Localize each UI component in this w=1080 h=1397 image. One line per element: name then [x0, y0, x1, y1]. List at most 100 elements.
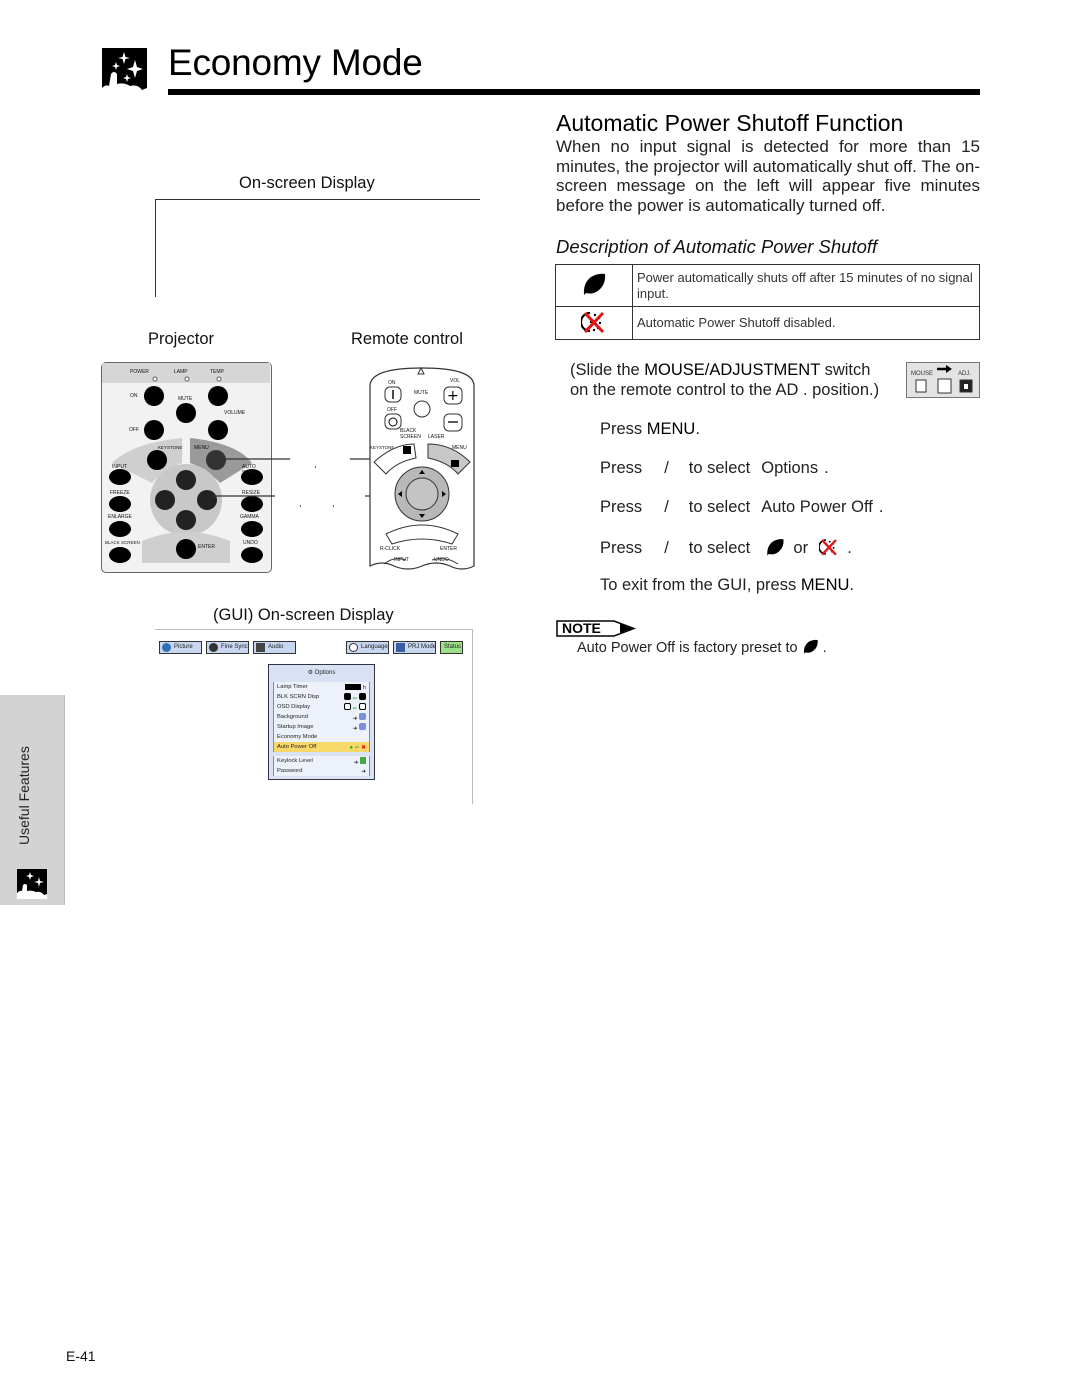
subsection-title: Description of Automatic Power Shutoff — [556, 236, 878, 257]
table-icon-cell — [555, 306, 633, 340]
remote-mute-label: MUTE — [414, 390, 429, 396]
option-keylock-level[interactable]: Keylock Level ➜ — [273, 756, 370, 766]
step-text: . — [847, 539, 852, 557]
speech-bubble-icon — [349, 643, 358, 652]
off-button-label: OFF — [129, 427, 139, 433]
remote-black-screen-label: BLACK SCREEN — [400, 428, 421, 440]
enlarge-button-label: ENLARGE — [108, 514, 132, 520]
remote-r-click-label: R-CLICK — [380, 546, 401, 552]
option-blk-scrn-disp[interactable]: BLK SCRN Disp ⇐ — [273, 692, 370, 702]
gui-tab-label: Fine Sync — [221, 644, 248, 650]
arrow-icon: ➜ — [361, 769, 366, 775]
options-title-text: Options — [314, 670, 336, 676]
indicator-label: LAMP — [174, 369, 188, 375]
option-startup-image[interactable]: Startup Image ➜ — [273, 722, 370, 732]
toggle-icons: ⇐ — [343, 703, 366, 712]
note-text: Auto Power Off is factory preset to . — [577, 638, 827, 656]
option-lamp-timer[interactable]: Lamp Timer h — [273, 682, 370, 692]
gui-tab-label: Language — [361, 644, 388, 650]
gui-tab-picture[interactable]: Picture — [159, 641, 202, 654]
step-text: Press — [600, 459, 643, 477]
step-text: Press — [600, 539, 643, 557]
osd-frame — [155, 199, 156, 297]
note-body: . — [822, 640, 827, 656]
option-label: OSD Display — [277, 704, 311, 710]
options-item-name: Options — [761, 459, 819, 477]
fine-sync-icon — [209, 643, 218, 652]
volume-button-label: VOLUME — [224, 410, 246, 416]
step-text: . — [878, 498, 884, 516]
option-label: Keylock Level — [277, 758, 313, 764]
callout-mark: , — [314, 459, 317, 469]
auto-power-off-item-name: Auto Power Off — [761, 498, 873, 516]
step-text: Press — [600, 420, 647, 438]
switch-instruction: (Slide the MOUSE/ADJUSTMENT switch on th… — [570, 360, 879, 400]
step-text: or — [793, 539, 809, 557]
table-text: Automatic Power Shutoff disabled. — [632, 306, 980, 340]
table-icon-cell — [555, 264, 633, 307]
gui-tab-status[interactable]: Status — [440, 641, 463, 654]
gui-tab-language[interactable]: Language — [346, 641, 389, 654]
step-text: To exit from the GUI, press — [600, 576, 801, 594]
auto-off-disabled-icon — [817, 539, 837, 556]
arrow-icon: ➜ — [353, 713, 366, 722]
option-label: Lamp Timer — [277, 684, 308, 690]
black-screen-button-label: BLACK SCREEN — [105, 540, 140, 545]
gui-tab-audio[interactable]: Audio — [253, 641, 296, 654]
gui-tab-label: Picture — [174, 644, 193, 650]
gui-tab-fine-sync[interactable]: Fine Sync — [206, 641, 249, 654]
step-text: . — [824, 459, 829, 477]
auto-off-disabled-icon — [579, 311, 605, 333]
gui-tab-prj-mode[interactable]: PRJ Mode — [393, 641, 436, 654]
options-title: ⚙ Options — [307, 670, 336, 676]
options-menu: ⚙ Options Lamp Timer h BLK SCRN Disp ⇐ O… — [268, 664, 375, 780]
remote-on-label: ON — [388, 380, 396, 386]
gui-tab-label: PRJ Mode — [408, 644, 437, 650]
leaf-icon — [803, 639, 818, 654]
leaf-icon — [583, 273, 606, 295]
option-osd-display[interactable]: OSD Display ⇐ — [273, 702, 370, 712]
option-auto-power-off[interactable]: Auto Power Off ● ⇐ ✖ — [273, 742, 370, 752]
side-tab-label: Useful Features — [16, 746, 32, 845]
note-label: NOTE — [562, 620, 601, 636]
step-3: Press / to select Auto Power Off. — [600, 498, 883, 517]
description-table: Power automatically shuts off after 15 m… — [555, 264, 980, 340]
remote-enter-label: ENTER — [440, 546, 457, 552]
intro-paragraph: When no input signal is detected for mor… — [556, 137, 980, 215]
menu-key: MENU — [800, 576, 850, 594]
page-title: Economy Mode — [168, 42, 423, 83]
option-background[interactable]: Background ➜ — [273, 712, 370, 722]
speaker-icon — [256, 643, 265, 652]
arrow-icon: ➜ — [353, 723, 366, 732]
step-text: Press — [600, 498, 643, 516]
picture-icon — [162, 643, 171, 652]
callout-mark: , — [332, 498, 335, 508]
step-text: / — [664, 539, 669, 557]
indicator-label: POWER — [130, 369, 149, 375]
option-label: Startup Image — [277, 724, 314, 730]
undo-button-label: UNDO — [243, 540, 258, 546]
osd-frame — [155, 199, 480, 200]
projector-label: Projector — [148, 330, 215, 348]
keystone-button-label: KEYSTONE — [158, 445, 183, 450]
auto-power-off-toggle: ● ⇐ ✖ — [349, 745, 366, 751]
remote-input-label: INPUT — [394, 557, 409, 563]
remote-control: + ON MUTE VOL OFF BLACK SCREEN LASER KEY… — [366, 366, 478, 574]
unit-label: h — [362, 685, 366, 691]
switch-key-name: MOUSE/ADJUSTMENT — [644, 361, 821, 379]
indicator-label: TEMP. — [210, 369, 225, 375]
option-label: Economy Mode — [277, 734, 318, 740]
svg-text:+: + — [447, 388, 459, 404]
projector-icon — [396, 643, 405, 652]
remote-vol-label: VOL — [450, 378, 461, 384]
option-password[interactable]: Password ➜ — [273, 766, 370, 776]
gui-tab-label: Status — [444, 644, 462, 650]
gui-frame — [472, 629, 473, 804]
useful-features-icon — [17, 869, 47, 899]
remote-menu-label: MENU — [452, 445, 467, 451]
option-economy-mode[interactable]: Economy Mode — [273, 732, 370, 742]
gamma-button-label: GAMMA — [240, 514, 259, 520]
page-number: E-41 — [66, 1348, 96, 1364]
remote-off-label: OFF — [387, 407, 397, 413]
title-rule — [168, 89, 980, 95]
